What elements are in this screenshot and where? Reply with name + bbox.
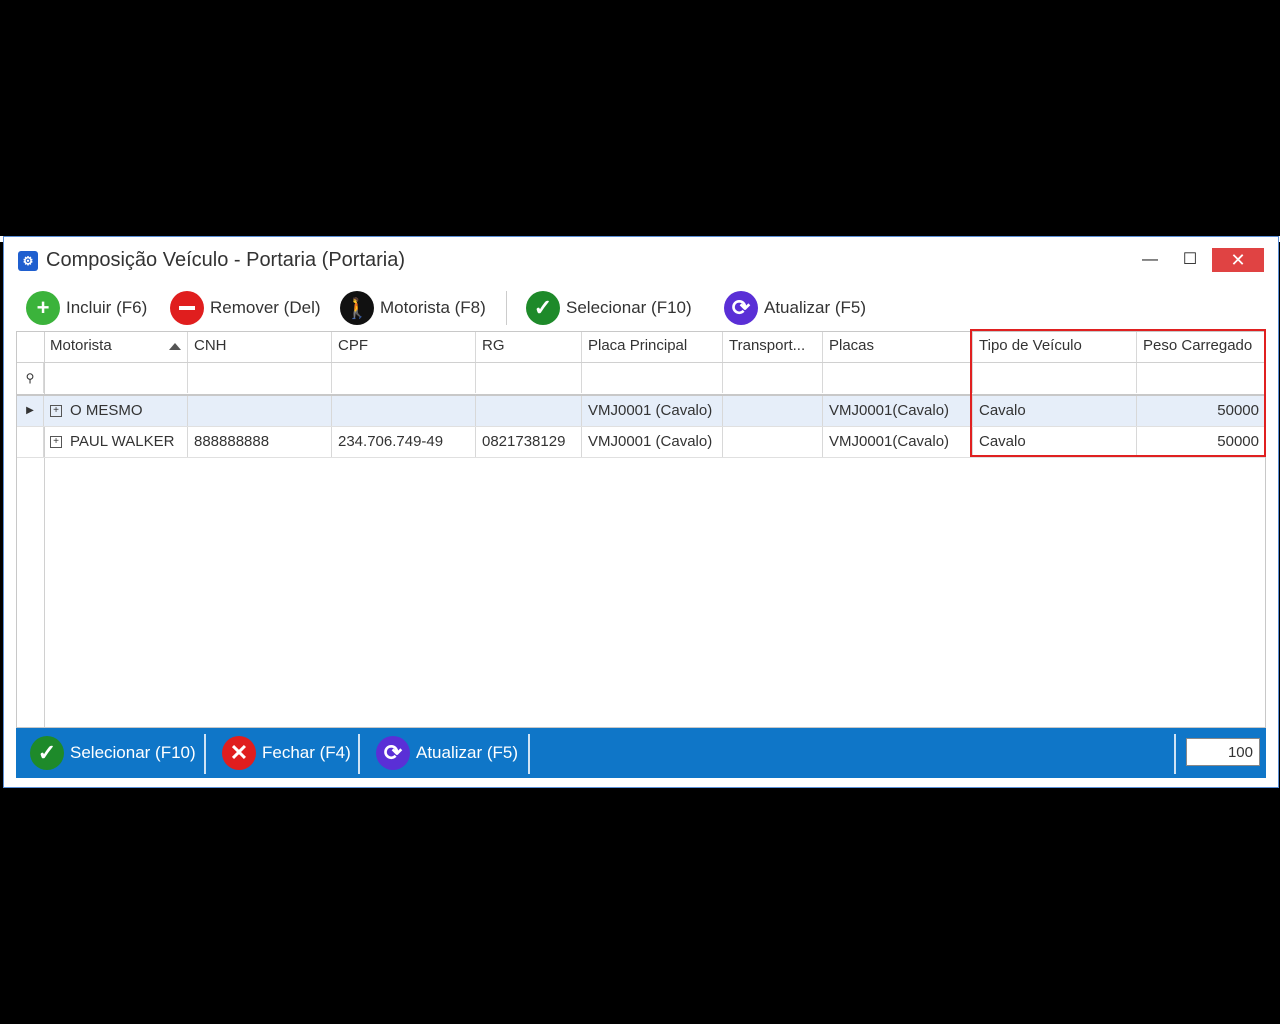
atualizar-label: Atualizar (F5)	[764, 298, 867, 317]
footer-fechar-label: Fechar (F4)	[262, 743, 351, 762]
app-icon: ⚙	[18, 251, 38, 271]
footer-separator	[1174, 734, 1176, 774]
filter-placa-principal[interactable]	[582, 363, 723, 393]
column-header-motorista[interactable]: Motorista	[44, 332, 188, 362]
column-header-placas[interactable]: Placas	[823, 332, 973, 362]
footer-separator	[528, 734, 530, 774]
footer-selecionar-button[interactable]: ✓ Selecionar (F10)	[30, 734, 196, 772]
filter-tipo-veiculo[interactable]	[973, 363, 1137, 393]
incluir-button[interactable]: + Incluir (F6)	[26, 289, 147, 327]
column-header-cpf[interactable]: CPF	[332, 332, 476, 362]
motorista-value: PAUL WALKER	[70, 433, 175, 450]
cell-transportadora	[723, 396, 823, 426]
incluir-label: Incluir (F6)	[66, 298, 148, 317]
selecionar-label: Selecionar (F10)	[566, 298, 692, 317]
cell-placas: VMJ0001(Cavalo)	[823, 427, 973, 457]
filter-cpf[interactable]	[332, 363, 476, 393]
cell-placa-principal: VMJ0001 (Cavalo)	[582, 396, 723, 426]
filter-icon: ⚲	[17, 363, 44, 393]
column-label: Motorista	[50, 337, 112, 354]
column-header-cnh[interactable]: CNH	[188, 332, 332, 362]
cell-rg	[476, 396, 582, 426]
cell-placa-principal: VMJ0001 (Cavalo)	[582, 427, 723, 457]
plus-icon: +	[26, 291, 60, 325]
footer-selecionar-label: Selecionar (F10)	[70, 743, 196, 762]
toolbar: + Incluir (F6) Remover (Del) 🚶 Motorista…	[16, 287, 1268, 329]
table-row[interactable]: + PAUL WALKER 888888888 234.706.749-49 08…	[17, 427, 1265, 458]
maximize-button[interactable]: ☐	[1172, 248, 1208, 272]
remover-button[interactable]: Remover (Del)	[170, 289, 321, 327]
footer-separator	[204, 734, 206, 774]
selecionar-button[interactable]: ✓ Selecionar (F10)	[526, 289, 692, 327]
expand-icon[interactable]: +	[50, 405, 62, 418]
remover-label: Remover (Del)	[210, 298, 321, 317]
close-x-icon: ✕	[222, 736, 256, 770]
column-header-placa-principal[interactable]: Placa Principal	[582, 332, 723, 362]
footer-bar: ✓ Selecionar (F10) ✕ Fechar (F4) ⟳ Atual…	[16, 728, 1266, 778]
footer-fechar-button[interactable]: ✕ Fechar (F4)	[222, 734, 351, 772]
drivers-grid: Motorista CNH CPF RG Placa Principal Tra…	[16, 331, 1266, 728]
filter-rg[interactable]	[476, 363, 582, 393]
column-header-peso-carregado[interactable]: Peso Carregado	[1137, 332, 1265, 362]
cell-peso-carregado: 50000	[1217, 402, 1259, 419]
cell-peso-carregado: 50000	[1217, 433, 1259, 450]
toolbar-separator	[506, 291, 507, 325]
cell-tipo-veiculo: Cavalo	[973, 427, 1137, 457]
filter-motorista[interactable]	[44, 363, 188, 393]
refresh-icon: ⟳	[724, 291, 758, 325]
footer-atualizar-button[interactable]: ⟳ Atualizar (F5)	[376, 734, 518, 772]
cell-placas: VMJ0001(Cavalo)	[823, 396, 973, 426]
column-header-tipo-veiculo[interactable]: Tipo de Veículo	[973, 332, 1137, 362]
cell-cpf	[332, 396, 476, 426]
cell-tipo-veiculo: Cavalo	[973, 396, 1137, 426]
footer-atualizar-label: Atualizar (F5)	[416, 743, 519, 762]
window-title: Composição Veículo - Portaria (Portaria)	[46, 249, 406, 271]
minus-icon	[170, 291, 204, 325]
cell-motorista: + PAUL WALKER	[44, 427, 188, 457]
footer-separator	[358, 734, 360, 774]
title-bar: ⚙ Composição Veículo - Portaria (Portari…	[4, 237, 1278, 285]
row-focus-arrow-icon: ▶	[17, 396, 44, 426]
table-row[interactable]: ▶ + O MESMO VMJ0001 (Cavalo) VMJ0001(Cava…	[17, 396, 1265, 427]
sort-ascending-icon	[169, 343, 181, 350]
page-size-input[interactable]: 100	[1186, 738, 1260, 766]
expand-icon[interactable]: +	[50, 436, 62, 449]
minimize-button[interactable]: —	[1132, 248, 1168, 272]
cell-rg: 0821738129	[476, 427, 582, 457]
filter-peso-carregado[interactable]	[1137, 363, 1265, 393]
column-header-transportadora[interactable]: Transport...	[723, 332, 823, 362]
row-indicator	[17, 427, 44, 457]
refresh-icon: ⟳	[376, 736, 410, 770]
cell-cpf: 234.706.749-49	[332, 427, 476, 457]
column-header-rg[interactable]: RG	[476, 332, 582, 362]
filter-transportadora[interactable]	[723, 363, 823, 393]
auto-filter-row: ⚲	[17, 363, 1265, 396]
motorista-label: Motorista (F8)	[380, 298, 486, 317]
close-button[interactable]: ✕	[1212, 248, 1264, 272]
checkmark-icon: ✓	[30, 736, 64, 770]
filter-placas[interactable]	[823, 363, 973, 393]
checkmark-icon: ✓	[526, 291, 560, 325]
motorista-button[interactable]: 🚶 Motorista (F8)	[340, 289, 486, 327]
cell-transportadora	[723, 427, 823, 457]
walking-person-icon: 🚶	[340, 291, 374, 325]
dialog-window: ⚙ Composição Veículo - Portaria (Portari…	[3, 236, 1279, 788]
grid-header: Motorista CNH CPF RG Placa Principal Tra…	[17, 332, 1265, 363]
filter-cnh[interactable]	[188, 363, 332, 393]
cell-cnh: 888888888	[188, 427, 332, 457]
cell-motorista: + O MESMO	[44, 396, 188, 426]
atualizar-button[interactable]: ⟳ Atualizar (F5)	[724, 289, 866, 327]
cell-cnh	[188, 396, 332, 426]
motorista-value: O MESMO	[70, 402, 143, 419]
